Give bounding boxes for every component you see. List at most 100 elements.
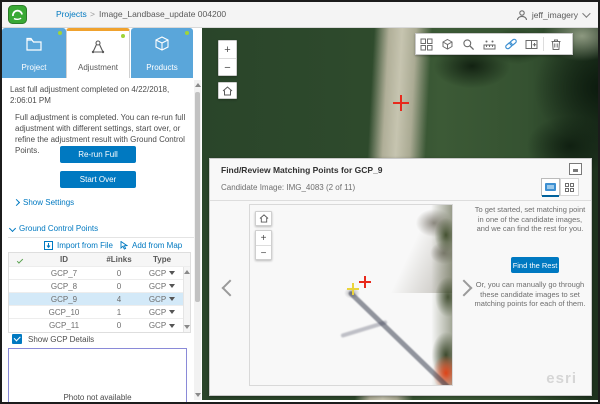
type-dropdown[interactable]: GCP [141, 308, 183, 317]
adjustment-panel: Project Adjustment Products Last full ad… [2, 28, 202, 402]
next-image-button[interactable] [458, 281, 472, 295]
measure-icon [483, 38, 496, 51]
dropdown-arrow-icon [169, 284, 175, 288]
cursor-add-icon [120, 241, 128, 250]
breadcrumb-current: Image_Landbase_update 004200 [99, 9, 226, 19]
tab-label: Adjustment [67, 63, 129, 72]
user-name: jeff_imagery [532, 10, 578, 20]
home-button[interactable] [218, 82, 237, 99]
zoom-out-button[interactable]: − [256, 246, 271, 261]
type-dropdown[interactable]: GCP [141, 269, 183, 278]
table-row[interactable]: GCP_10 1 GCP [9, 306, 190, 319]
photo-not-available-text: Photo not available [9, 393, 186, 402]
status-dot [58, 31, 62, 35]
gcp-marker[interactable] [359, 276, 371, 288]
table-row-selected[interactable]: GCP_9 4 GCP [9, 293, 190, 306]
zoom-in-button[interactable]: + [219, 41, 236, 59]
gcp-id: GCP_7 [31, 269, 97, 278]
delete-button[interactable] [545, 34, 566, 54]
user-menu[interactable]: jeff_imagery [516, 7, 588, 23]
matching-point-marker[interactable] [347, 283, 359, 295]
last-adjustment-status: Last full adjustment completed on 4/22/2… [10, 84, 188, 106]
import-icon [44, 241, 53, 250]
tab-label: Products [131, 63, 193, 72]
col-type[interactable]: Type [141, 255, 183, 264]
scroll-up-icon[interactable] [184, 270, 190, 274]
table-row[interactable]: GCP_11 0 GCP [9, 319, 190, 332]
check-icon [17, 257, 23, 263]
gcp-section-toggle[interactable]: Ground Control Points [10, 224, 98, 233]
candidate-image[interactable]: + − [249, 204, 453, 386]
footprints-grid-button[interactable] [416, 34, 437, 54]
chevron-down-icon [582, 9, 590, 17]
start-over-button[interactable]: Start Over [60, 171, 136, 188]
instruction-primary: To get started, set matching point in on… [472, 205, 588, 234]
panel-scrollbar[interactable] [194, 80, 201, 400]
map-view[interactable]: + − [202, 28, 598, 400]
add-from-map-link[interactable]: Add from Map [120, 241, 182, 250]
col-links[interactable]: #Links [97, 255, 141, 264]
image-home-button[interactable] [255, 211, 272, 226]
rerun-full-button[interactable]: Re-run Full [60, 146, 136, 163]
zoom-in-button[interactable]: + [256, 231, 271, 246]
adjustment-icon [89, 39, 107, 55]
gcp-id: GCP_8 [31, 282, 97, 291]
show-gcp-details-checkbox[interactable]: Show GCP Details [12, 334, 94, 344]
gcp-links: 0 [97, 269, 141, 278]
chevron-right-icon [13, 199, 20, 206]
gcp-id: GCP_11 [31, 321, 97, 330]
toolbar-separator [543, 37, 544, 51]
footprints-grid-icon [420, 38, 433, 51]
basemap-button[interactable] [437, 34, 458, 54]
tab-products[interactable]: Products [131, 28, 193, 78]
find-the-rest-button[interactable]: Find the Rest [511, 257, 559, 273]
image-view-icon [545, 183, 556, 191]
show-settings-toggle[interactable]: Show Settings [14, 198, 74, 207]
breadcrumb-separator: > [90, 9, 95, 19]
table-scrollbar[interactable] [183, 267, 190, 332]
candidate-image-label: Candidate Image: IMG_4083 (2 of 11) [221, 183, 355, 192]
table-row[interactable]: GCP_7 0 GCP [9, 267, 190, 280]
type-dropdown[interactable]: GCP [141, 295, 183, 304]
home-icon [259, 214, 269, 223]
dropdown-arrow-icon [169, 324, 175, 328]
import-from-file-link[interactable]: Import from File [44, 241, 113, 250]
grid-view-button[interactable] [560, 178, 579, 196]
tab-adjustment[interactable]: Adjustment [66, 28, 130, 78]
type-dropdown[interactable]: GCP [141, 321, 183, 330]
gcp-section-label: Ground Control Points [19, 224, 98, 233]
previous-image-button[interactable] [220, 281, 234, 295]
zoom-out-button[interactable]: − [219, 59, 236, 77]
scroll-down-icon[interactable] [184, 325, 190, 329]
scrollbar-thumb[interactable] [195, 92, 200, 302]
gcp-photo-placeholder: Photo not available [8, 348, 187, 404]
cube-icon [153, 36, 171, 52]
dropdown-arrow-icon [169, 297, 175, 301]
folder-icon [25, 36, 43, 52]
image-window-button[interactable] [521, 34, 542, 54]
breadcrumb-projects[interactable]: Projects [56, 9, 87, 19]
single-view-button[interactable] [541, 178, 560, 196]
tab-label: Project [2, 63, 66, 72]
table-row[interactable]: GCP_8 0 GCP [9, 280, 190, 293]
top-bar: Projects > Image_Landbase_update 004200 … [2, 2, 598, 28]
home-icon [222, 86, 233, 96]
scroll-down-icon[interactable] [195, 393, 201, 397]
map-toolbar [415, 33, 573, 55]
gcp-marker[interactable] [393, 95, 409, 111]
scroll-up-icon[interactable] [195, 83, 201, 87]
type-dropdown[interactable]: GCP [141, 282, 183, 291]
measure-button[interactable] [479, 34, 500, 54]
view-toggle-group [541, 178, 579, 196]
grid-view-icon [565, 183, 574, 192]
dock-panel-button[interactable] [569, 163, 582, 175]
image-window-icon [525, 38, 538, 51]
gcp-id: GCP_9 [31, 295, 97, 304]
tab-project[interactable]: Project [2, 28, 66, 78]
search-button[interactable] [458, 34, 479, 54]
chevron-down-icon [9, 225, 16, 232]
col-id[interactable]: ID [31, 255, 97, 264]
links-button-active[interactable] [500, 34, 521, 54]
image-zoom-control: + − [255, 230, 272, 260]
instruction-secondary: Or, you can manually go through these ca… [472, 280, 588, 309]
